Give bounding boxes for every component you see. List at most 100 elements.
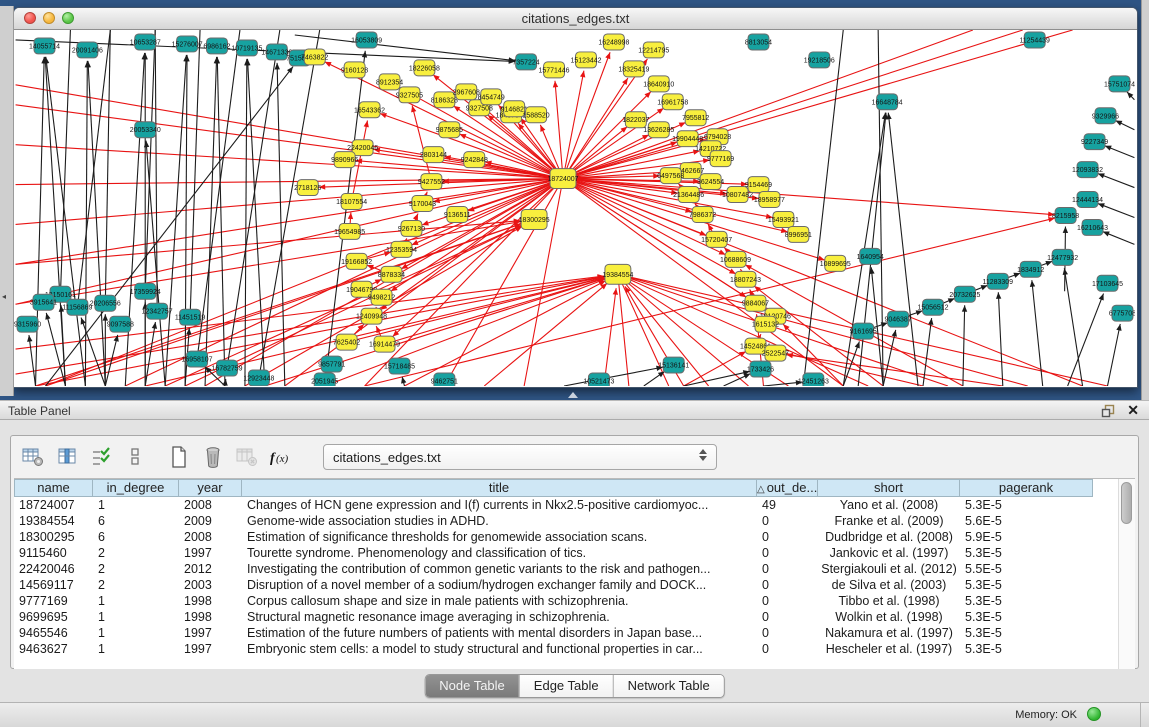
table-row[interactable]: 911546021997Tourette syndrome. Phenomeno… [14, 545, 1135, 561]
table-select-dropdown[interactable]: citations_edges.txt [323, 444, 717, 470]
table-cell[interactable]: Jankovic et al. (1997) [818, 545, 960, 561]
column-header-name[interactable]: name [14, 479, 93, 497]
table-row[interactable]: 1830029562008Estimation of significance … [14, 529, 1135, 545]
table-scrollbar-thumb[interactable] [1121, 482, 1132, 524]
tab-edge-table[interactable]: Edge Table [519, 675, 613, 697]
close-panel-icon[interactable]: ✕ [1127, 402, 1139, 419]
table-cell[interactable]: 5.3E-5 [960, 625, 1093, 641]
column-header-year[interactable]: year [179, 479, 242, 497]
row-height-icon[interactable] [121, 443, 149, 471]
table-cell[interactable]: Disruption of a novel member of a sodium… [242, 577, 757, 593]
table-cell[interactable]: Tourette syndrome. Phenomenology and cla… [242, 545, 757, 561]
table-cell[interactable]: 1998 [179, 593, 242, 609]
table-cell[interactable]: 0 [757, 545, 818, 561]
table-cell[interactable]: Wolkin et al. (1998) [818, 609, 960, 625]
delete-table-icon[interactable] [199, 443, 227, 471]
table-cell[interactable]: 2003 [179, 577, 242, 593]
table-cell[interactable]: 0 [757, 561, 818, 577]
column-header-title[interactable]: title [242, 479, 757, 497]
table-cell[interactable]: 14569117 [14, 577, 93, 593]
table-cell[interactable]: 2 [93, 561, 179, 577]
network-window-titlebar[interactable]: citations_edges.txt [14, 8, 1137, 30]
new-table-icon[interactable] [165, 443, 193, 471]
table-cell[interactable]: 9465546 [14, 625, 93, 641]
table-cell[interactable]: 1998 [179, 609, 242, 625]
table-row[interactable]: 946554611997Estimation of the future num… [14, 625, 1135, 641]
column-header-short[interactable]: short [818, 479, 960, 497]
table-cell[interactable]: 2012 [179, 561, 242, 577]
table-cell[interactable]: 1 [93, 497, 179, 513]
table-cell[interactable]: Franke et al. (2009) [818, 513, 960, 529]
table-row[interactable]: 1938455462009Genome-wide association stu… [14, 513, 1135, 529]
table-cell[interactable]: 5.9E-5 [960, 529, 1093, 545]
table-cell[interactable]: 5.3E-5 [960, 545, 1093, 561]
show-columns-icon[interactable] [53, 443, 81, 471]
select-rows-icon[interactable] [87, 443, 115, 471]
table-cell[interactable]: 5.3E-5 [960, 609, 1093, 625]
table-cell[interactable]: Changes of HCN gene expression and I(f) … [242, 497, 757, 513]
table-cell[interactable]: Estimation of the future numbers of pati… [242, 625, 757, 641]
table-cell[interactable]: Yano et al. (2008) [818, 497, 960, 513]
table-cell[interactable]: 49 [757, 497, 818, 513]
table-cell[interactable]: 1997 [179, 641, 242, 657]
table-cell[interactable]: de Silva et al. (2003) [818, 577, 960, 593]
table-cell[interactable]: 1997 [179, 545, 242, 561]
table-cell[interactable]: 1997 [179, 625, 242, 641]
table-cell[interactable]: Genome-wide association studies in ADHD. [242, 513, 757, 529]
network-view[interactable]: 1405571420091406106532871527600769861621… [14, 30, 1135, 386]
table-cell[interactable]: 2009 [179, 513, 242, 529]
table-cell[interactable]: 2 [93, 577, 179, 593]
table-cell[interactable]: 1 [93, 641, 179, 657]
table-cell[interactable]: 18724007 [14, 497, 93, 513]
table-cell[interactable]: 5.3E-5 [960, 497, 1093, 513]
column-header-out_de[interactable]: △out_de... [757, 479, 818, 497]
table-cell[interactable]: Dudbridge et al. (2008) [818, 529, 960, 545]
table-row[interactable]: 2242004622012Investigating the contribut… [14, 561, 1135, 577]
table-row[interactable]: 977716911998Corpus callosum shape and si… [14, 593, 1135, 609]
table-row[interactable]: 1456911722003Disruption of a novel membe… [14, 577, 1135, 593]
table-cell[interactable]: Investigating the contribution of common… [242, 561, 757, 577]
table-cell[interactable]: 9699695 [14, 609, 93, 625]
table-cell[interactable]: 0 [757, 577, 818, 593]
table-cell[interactable]: 9115460 [14, 545, 93, 561]
table-cell[interactable]: 0 [757, 625, 818, 641]
table-cell[interactable]: 0 [757, 529, 818, 545]
table-cell[interactable]: 2008 [179, 529, 242, 545]
table-row[interactable]: 946362711997Embryonic stem cells: a mode… [14, 641, 1135, 657]
table-cell[interactable]: 5.5E-5 [960, 561, 1093, 577]
table-cell[interactable]: 18300295 [14, 529, 93, 545]
table-cell[interactable]: 5.3E-5 [960, 593, 1093, 609]
table-cell[interactable]: Estimation of significance thresholds fo… [242, 529, 757, 545]
table-row[interactable]: 1872400712008Changes of HCN gene express… [14, 497, 1135, 513]
column-header-pagerank[interactable]: pagerank [960, 479, 1093, 497]
table-cell[interactable]: 19384554 [14, 513, 93, 529]
table-cell[interactable]: 5.6E-5 [960, 513, 1093, 529]
table-cell[interactable]: 22420046 [14, 561, 93, 577]
table-cell[interactable]: Corpus callosum shape and size in male p… [242, 593, 757, 609]
table-cell[interactable]: Stergiakouli et al. (2012) [818, 561, 960, 577]
table-cell[interactable]: 1 [93, 593, 179, 609]
splitter-handle[interactable] [568, 392, 578, 398]
import-table-icon-disabled[interactable] [233, 443, 261, 471]
column-header-in_degree[interactable]: in_degree [93, 479, 179, 497]
tab-network-table[interactable]: Network Table [613, 675, 724, 697]
memory-status-indicator[interactable] [1087, 707, 1101, 721]
table-cell[interactable]: 2 [93, 545, 179, 561]
table-cell[interactable]: 6 [93, 513, 179, 529]
table-cell[interactable]: 1 [93, 609, 179, 625]
function-builder-icon[interactable]: f(x) [267, 443, 295, 471]
table-cell[interactable]: Hescheler et al. (1997) [818, 641, 960, 657]
table-cell[interactable]: 0 [757, 641, 818, 657]
table-cell[interactable]: 9463627 [14, 641, 93, 657]
table-cell[interactable]: Structural magnetic resonance image aver… [242, 609, 757, 625]
table-cell[interactable]: Embryonic stem cells: a model to study s… [242, 641, 757, 657]
table-cell[interactable]: Nakamura et al. (1997) [818, 625, 960, 641]
table-options-icon[interactable] [19, 443, 47, 471]
table-cell[interactable]: 5.3E-5 [960, 641, 1093, 657]
table-cell[interactable]: 5.3E-5 [960, 577, 1093, 593]
collapse-left-panel-icon[interactable]: ◂ [2, 292, 6, 301]
table-cell[interactable]: 1 [93, 625, 179, 641]
tab-node-table[interactable]: Node Table [425, 675, 519, 697]
table-cell[interactable]: 2008 [179, 497, 242, 513]
float-panel-icon[interactable] [1101, 404, 1115, 418]
